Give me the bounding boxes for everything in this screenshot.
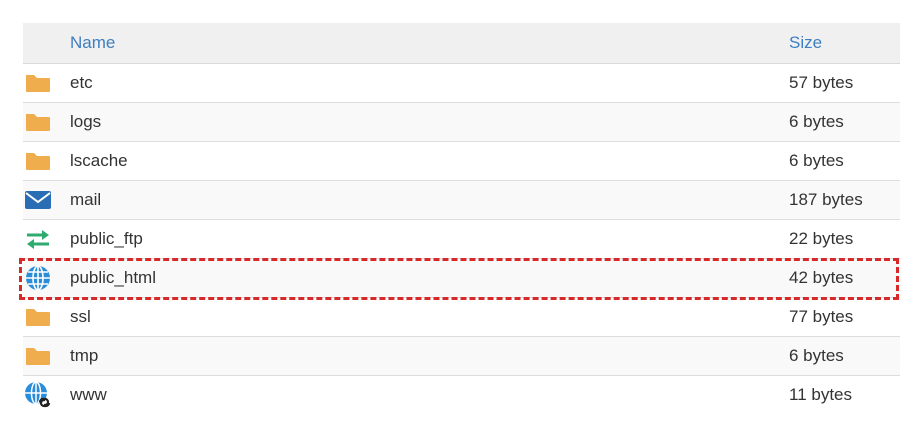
file-table: Name Size etc 57 bytes logs 6 bytes lsca…: [23, 23, 900, 414]
table-row[interactable]: tmp 6 bytes: [23, 336, 900, 376]
file-name[interactable]: mail: [70, 180, 789, 220]
table-row[interactable]: mail 187 bytes: [23, 180, 900, 220]
folder-icon: [24, 303, 52, 331]
file-size: 6 bytes: [789, 336, 900, 376]
table-row[interactable]: logs 6 bytes: [23, 102, 900, 142]
globe-link-icon: [24, 381, 52, 409]
file-name[interactable]: tmp: [70, 336, 789, 376]
header-icon-column: [23, 23, 70, 64]
folder-icon: [24, 147, 52, 175]
row-icon-cell: [23, 102, 70, 142]
file-name[interactable]: public_html: [70, 258, 789, 298]
row-icon-cell: [23, 180, 70, 220]
table-row-highlighted[interactable]: public_html 42 bytes: [23, 258, 900, 298]
folder-icon: [24, 342, 52, 370]
table-row[interactable]: lscache 6 bytes: [23, 141, 900, 181]
row-icon-cell: [23, 375, 70, 414]
row-icon-cell: [23, 297, 70, 337]
folder-icon: [24, 108, 52, 136]
file-manager: KH KNOWNHOST Name Size etc 57 bytes: [0, 0, 923, 442]
column-header-size[interactable]: Size: [789, 23, 900, 64]
file-size: 57 bytes: [789, 63, 900, 103]
table-row[interactable]: etc 57 bytes: [23, 63, 900, 103]
folder-icon: [24, 69, 52, 97]
file-size: 187 bytes: [789, 180, 900, 220]
file-name[interactable]: public_ftp: [70, 219, 789, 259]
globe-icon: [24, 264, 52, 292]
row-icon-cell: [23, 141, 70, 181]
table-row[interactable]: www 11 bytes: [23, 375, 900, 414]
row-icon-cell: [23, 336, 70, 376]
table-header: Name Size: [23, 23, 900, 64]
file-size: 6 bytes: [789, 102, 900, 142]
mail-icon: [24, 186, 52, 214]
file-name[interactable]: etc: [70, 63, 789, 103]
row-icon-cell: [23, 219, 70, 259]
file-size: 42 bytes: [789, 258, 900, 298]
file-size: 77 bytes: [789, 297, 900, 337]
table-row[interactable]: ssl 77 bytes: [23, 297, 900, 337]
file-name[interactable]: lscache: [70, 141, 789, 181]
transfer-arrows-icon: [24, 225, 52, 253]
table-row[interactable]: public_ftp 22 bytes: [23, 219, 900, 259]
file-size: 22 bytes: [789, 219, 900, 259]
file-size: 6 bytes: [789, 141, 900, 181]
column-header-name[interactable]: Name: [70, 23, 789, 64]
file-size: 11 bytes: [789, 375, 900, 414]
file-name[interactable]: logs: [70, 102, 789, 142]
row-icon-cell: [23, 63, 70, 103]
file-name[interactable]: www: [70, 375, 789, 414]
row-icon-cell: [23, 258, 70, 298]
file-name[interactable]: ssl: [70, 297, 789, 337]
